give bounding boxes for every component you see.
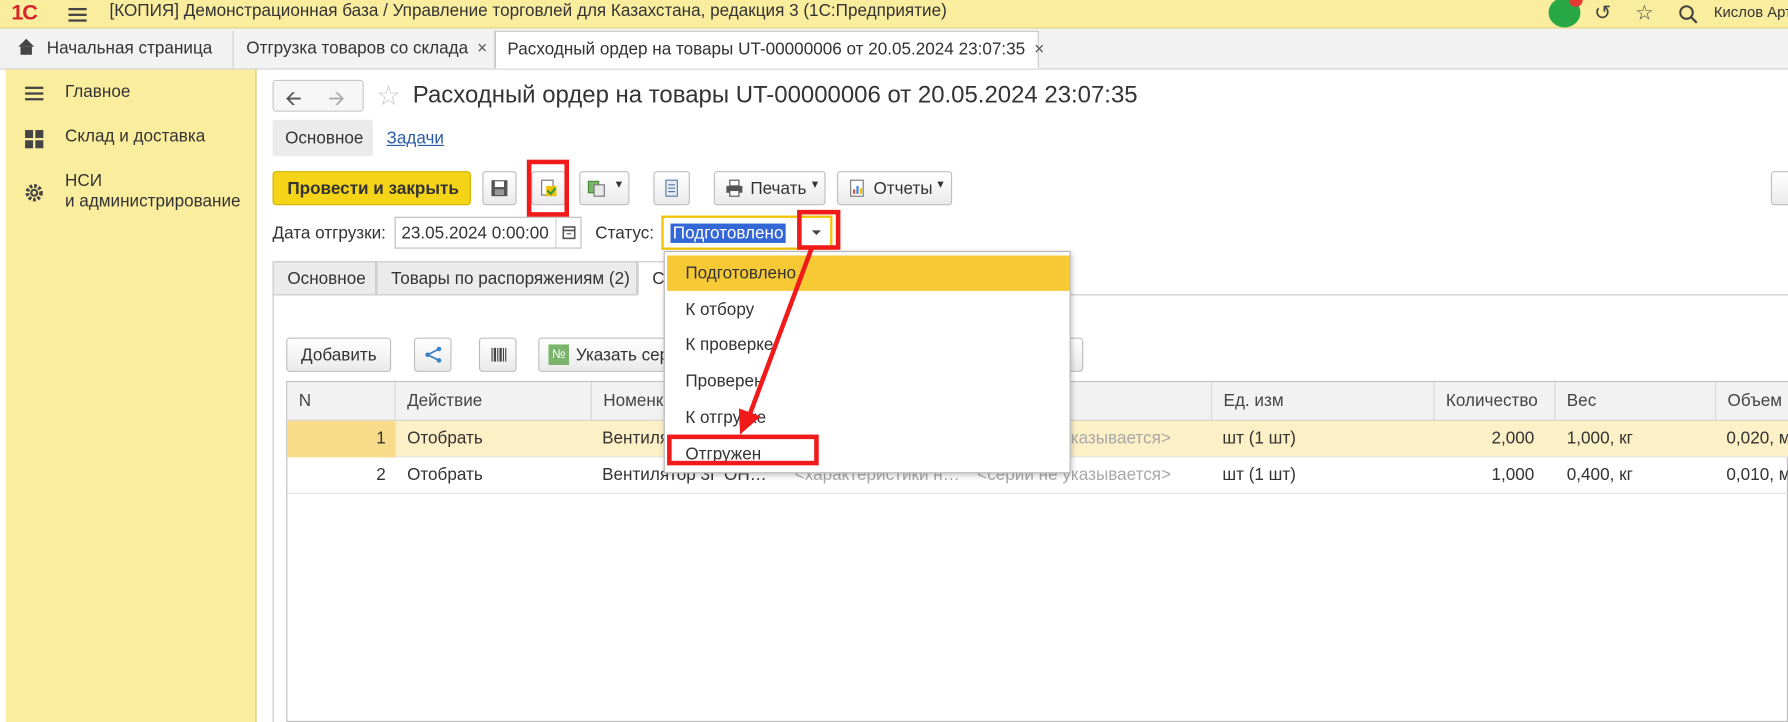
grid-icon [25, 130, 44, 149]
star-icon[interactable]: ☆ [1635, 1, 1653, 25]
status-option-to-ship[interactable]: К отгрузке [667, 400, 1070, 435]
barcode-button[interactable] [478, 337, 517, 372]
post-and-close-button[interactable]: Провести и закрыть [272, 171, 471, 206]
form-tab-tasks[interactable]: Задачи [387, 129, 444, 148]
window-tabs-bar: Начальная страница Отгрузка товаров со с… [0, 28, 1788, 70]
column-header-weight[interactable]: Вес [1555, 382, 1717, 421]
tab-expense-order[interactable]: Расходный ордер на товары UT-00000006 от… [494, 30, 1044, 69]
status-option-to-pick[interactable]: К отбору [667, 292, 1070, 327]
status-label: Статус: [595, 223, 655, 243]
ship-date-field[interactable]: 23.05.2024 0:00:00 [394, 216, 582, 249]
home-icon [17, 38, 35, 55]
close-icon[interactable]: × [477, 39, 487, 58]
window-title: [КОПИЯ] Демонстрационная база / Управлен… [109, 1, 947, 21]
status-option-prepared[interactable]: Подготовлено [667, 255, 1070, 291]
reports-icon [850, 179, 864, 197]
forward-arrow-icon[interactable]: 🡪 [328, 84, 345, 118]
history-icon[interactable]: ↺ [1594, 1, 1611, 25]
title-bar: 1С [КОПИЯ] Демонстрационная база / Управ… [0, 0, 1788, 29]
document-title: Расходный ордер на товары UT-00000006 от… [412, 82, 1138, 109]
tab-home[interactable]: Начальная страница [6, 30, 234, 69]
notifications-icon[interactable] [1548, 0, 1583, 28]
share-icon [424, 346, 441, 363]
save-button[interactable] [482, 171, 517, 206]
menu-icon[interactable] [68, 5, 87, 23]
column-header-qty[interactable]: Количество [1434, 382, 1556, 421]
add-button[interactable]: Добавить [286, 337, 392, 372]
more-button[interactable] [1770, 171, 1788, 206]
structure-button[interactable] [653, 171, 690, 206]
create-based-icon [587, 180, 605, 197]
sidebar: Главное Склад и доставка НСИ и администр… [5, 69, 257, 722]
column-header-n[interactable]: N [287, 382, 396, 421]
chevron-down-icon: ▾ [615, 177, 623, 192]
form-tab-main[interactable]: Основное [272, 119, 373, 157]
reports-button[interactable]: Отчеты ▾ [836, 171, 953, 206]
print-button[interactable]: Печать ▾ [713, 171, 826, 206]
chevron-down-icon: ▾ [811, 177, 819, 192]
distribute-button[interactable] [413, 337, 452, 372]
chevron-down-icon: ▾ [937, 177, 944, 192]
list-icon [25, 86, 44, 101]
barcode-icon [490, 347, 506, 362]
floppy-icon [491, 180, 508, 197]
user-name[interactable]: Кислов Арте [1714, 3, 1788, 20]
column-header-unit[interactable]: Ед. изм [1212, 382, 1435, 421]
app-logo: 1С [11, 1, 38, 26]
column-header-volume[interactable]: Объем [1716, 382, 1788, 421]
search-icon[interactable] [1679, 5, 1700, 26]
favorite-star-icon[interactable]: ☆ [376, 80, 401, 113]
status-option-to-check[interactable]: К проверке [667, 327, 1070, 362]
printer-icon [726, 179, 743, 197]
close-icon[interactable]: × [1034, 40, 1044, 59]
page-tab-goods[interactable]: Товары по распоряжениям (2) [376, 261, 638, 296]
calendar-icon[interactable] [555, 217, 580, 248]
column-header-action[interactable]: Действие [396, 382, 592, 421]
document-list-icon [665, 179, 678, 197]
tab-shipment[interactable]: Отгрузка товаров со склада × [235, 30, 495, 69]
back-arrow-icon[interactable]: 🡨 [285, 84, 302, 118]
serial-number-icon: № [548, 344, 570, 365]
gear-icon [25, 184, 43, 202]
page-tab-main[interactable]: Основное [272, 261, 377, 296]
ship-date-label: Дата отгрузки: [272, 223, 386, 243]
history-nav: 🡨 🡪 [272, 79, 364, 112]
annotation-box-dropdown [797, 209, 841, 250]
annotation-box-shipped [667, 434, 819, 466]
status-option-checked[interactable]: Проверен [667, 364, 1070, 399]
create-based-on-button[interactable]: ▾ [579, 171, 630, 206]
annotation-box-post [526, 159, 570, 217]
